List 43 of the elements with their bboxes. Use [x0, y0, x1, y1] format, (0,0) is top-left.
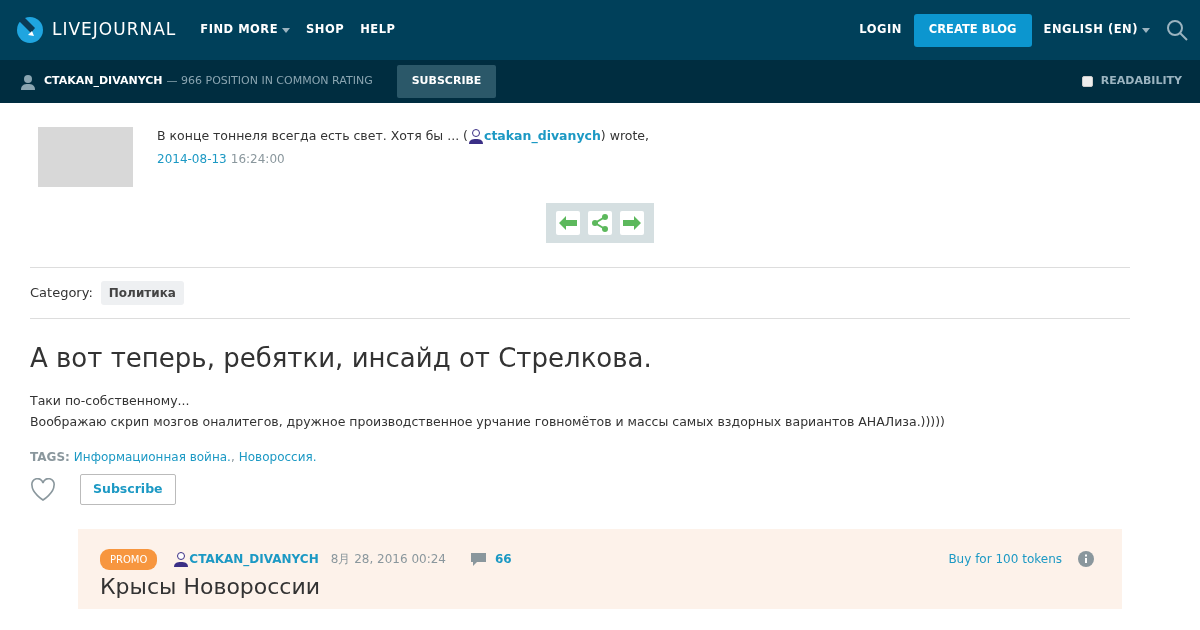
nav-link[interactable]: HELP — [360, 21, 396, 39]
username[interactable]: CTAKAN_DIVANYCH — [44, 73, 163, 90]
nav-link[interactable]: FIND MORE — [200, 21, 291, 39]
readability-checkbox[interactable] — [1081, 76, 1093, 87]
time-text: 16:24:00 — [230, 150, 285, 168]
heart-icon[interactable] — [30, 477, 56, 502]
previous-icon — [559, 216, 577, 230]
user-icon — [20, 73, 36, 90]
info-icon[interactable] — [1078, 551, 1094, 568]
logo-text[interactable]: LIVEJOURNAL — [52, 17, 177, 43]
user-icon — [173, 551, 190, 568]
share-button[interactable] — [588, 211, 612, 235]
category-tag[interactable]: Политика — [100, 281, 184, 305]
logo-icon[interactable] — [16, 16, 44, 44]
caret-icon — [282, 27, 291, 33]
wrote-text: ) wrote, — [600, 127, 649, 145]
search-icon[interactable] — [1166, 19, 1188, 41]
promo-title: Крысы Новороссии — [100, 573, 322, 601]
journal-title: В конце тоннеля всегда есть свет. Хотя бы ... ( — [157, 127, 468, 145]
login-link[interactable]: LOGIN — [859, 21, 902, 39]
readability-label[interactable]: READABILITY — [1100, 73, 1182, 90]
tag-separator: , — [230, 449, 235, 467]
user-icon — [467, 128, 484, 145]
comment-icon — [470, 551, 487, 567]
tags-label: TAGS: — [30, 449, 70, 467]
promo-date: 8月 28, 2016 00:24 — [330, 551, 446, 569]
rating-text: — 966 POSITION IN COMMON RATING — [166, 73, 373, 90]
category-label: Category: — [30, 284, 93, 303]
previous-button[interactable] — [556, 211, 580, 235]
subscribe-button[interactable]: SUBSCRIBE — [396, 65, 497, 98]
promo-badge: PROMO — [100, 548, 158, 570]
post-text: Таки по-собственному... — [30, 392, 191, 411]
post-title: А вот теперь, ребятки, инсайд от Стрелкова. — [30, 343, 653, 375]
tag-link[interactable]: Новороссия. — [238, 448, 317, 467]
next-icon — [623, 216, 641, 230]
date-link[interactable]: 2014-08-13 — [157, 149, 227, 168]
caret-icon — [1142, 27, 1150, 33]
tag-link[interactable]: Информационная война. — [73, 448, 231, 467]
nav-link[interactable]: SHOP — [306, 21, 345, 39]
share-icon — [591, 214, 609, 232]
post-text: Воображаю скрип мозгов оналитегов, дружное производственное урчание говномётов и массы самых вздорных вариантов АНАЛиза.))))) — [30, 413, 946, 432]
next-button[interactable] — [620, 211, 644, 235]
language-selector[interactable]: ENGLISH (EN) — [1043, 21, 1150, 39]
